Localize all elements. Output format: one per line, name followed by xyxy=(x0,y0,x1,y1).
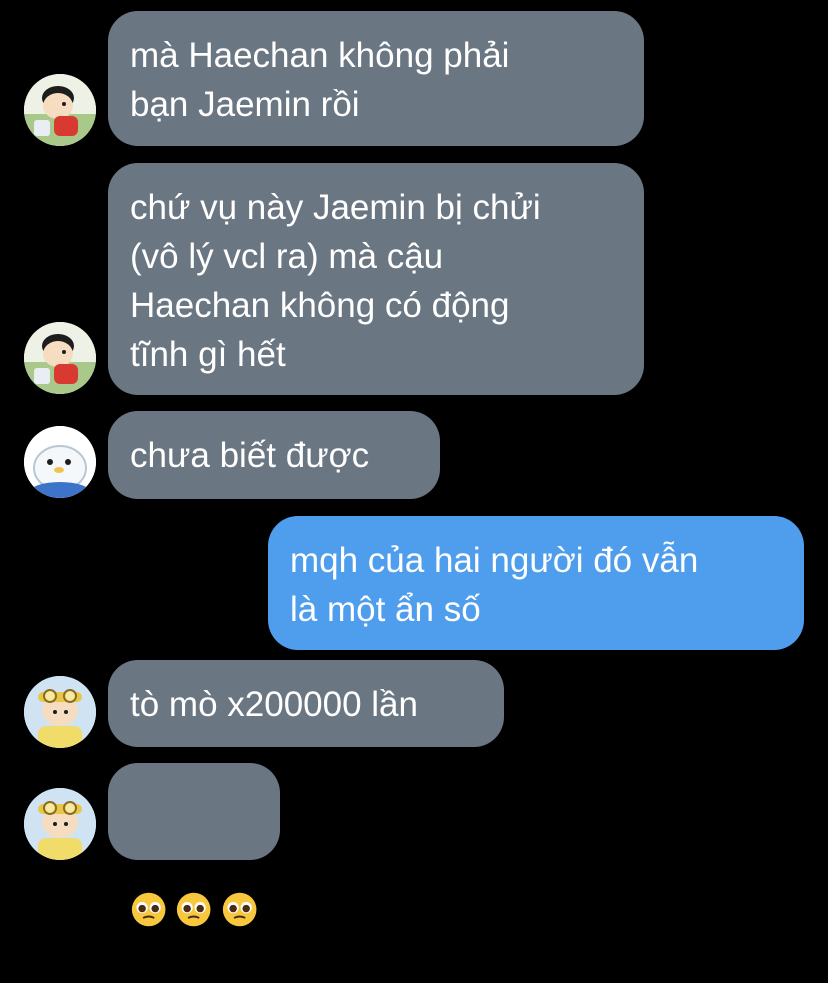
sender-avatar[interactable] xyxy=(24,322,96,394)
sender-avatar[interactable] xyxy=(24,788,96,860)
pleading-face-emoji-icon xyxy=(177,892,211,927)
message-bubble-incoming[interactable]: chưa biết được xyxy=(108,411,440,499)
avatar-white-penguin-icon xyxy=(24,426,96,498)
avatar-boy-goggles-icon xyxy=(24,788,96,860)
pleading-face-emoji-icon xyxy=(222,892,257,927)
message-bubble-incoming[interactable]: chứ vụ này Jaemin bị chửi (vô lý vcl ra)… xyxy=(108,163,644,395)
message-bubble-incoming[interactable]: tò mò x200000 lần xyxy=(108,660,504,747)
avatar-boy-red-shirt-icon xyxy=(24,322,96,394)
message-bubble-outgoing[interactable]: mqh của hai người đó vẫn là một ẩn số xyxy=(268,516,804,650)
message-bubble-incoming[interactable]: mà Haechan không phải bạn Jaemin rồi xyxy=(108,11,644,146)
sender-avatar[interactable] xyxy=(24,426,96,498)
avatar-boy-red-shirt-icon xyxy=(24,74,96,146)
sender-avatar[interactable] xyxy=(24,676,96,748)
emoji-row xyxy=(130,885,258,934)
pleading-face-emoji-icon xyxy=(131,892,166,927)
message-bubble-incoming[interactable] xyxy=(108,763,280,927)
avatar-boy-goggles-icon xyxy=(24,676,96,748)
sender-avatar[interactable] xyxy=(24,74,96,146)
